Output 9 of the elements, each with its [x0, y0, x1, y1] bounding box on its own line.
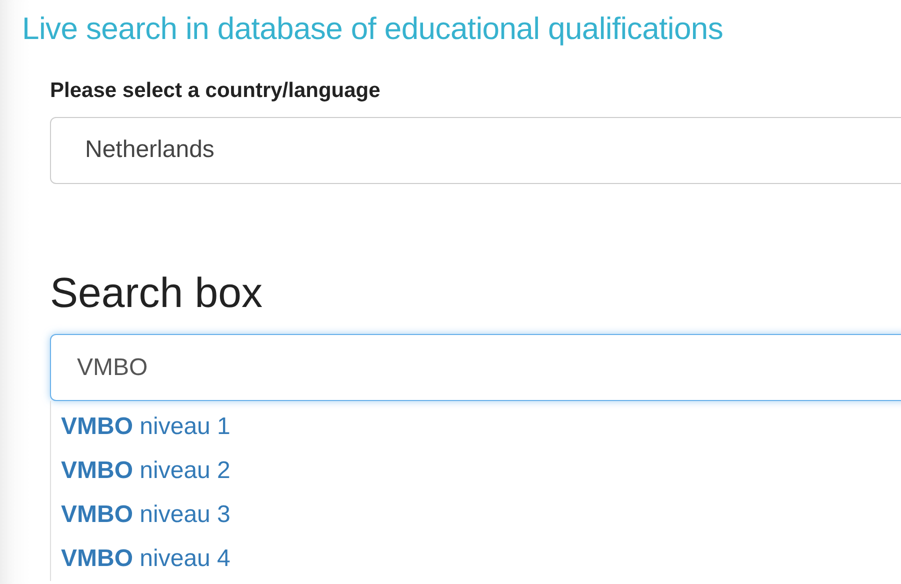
suggestion-item[interactable]: VMBO niveau 1: [61, 405, 230, 450]
page-title: Live search in database of educational qualifications: [22, 10, 724, 48]
country-select[interactable]: Netherlands: [50, 116, 901, 184]
suggestion-item[interactable]: VMBO niveau 2: [61, 449, 230, 494]
suggestion-item[interactable]: VMBO niveau 4: [61, 537, 230, 582]
suggestion-item[interactable]: VMBO niveau 3: [61, 493, 230, 538]
search-heading: Search box: [50, 268, 264, 318]
search-field[interactable]: VMBO: [50, 334, 901, 402]
country-label: Please select a country/language: [50, 78, 382, 104]
